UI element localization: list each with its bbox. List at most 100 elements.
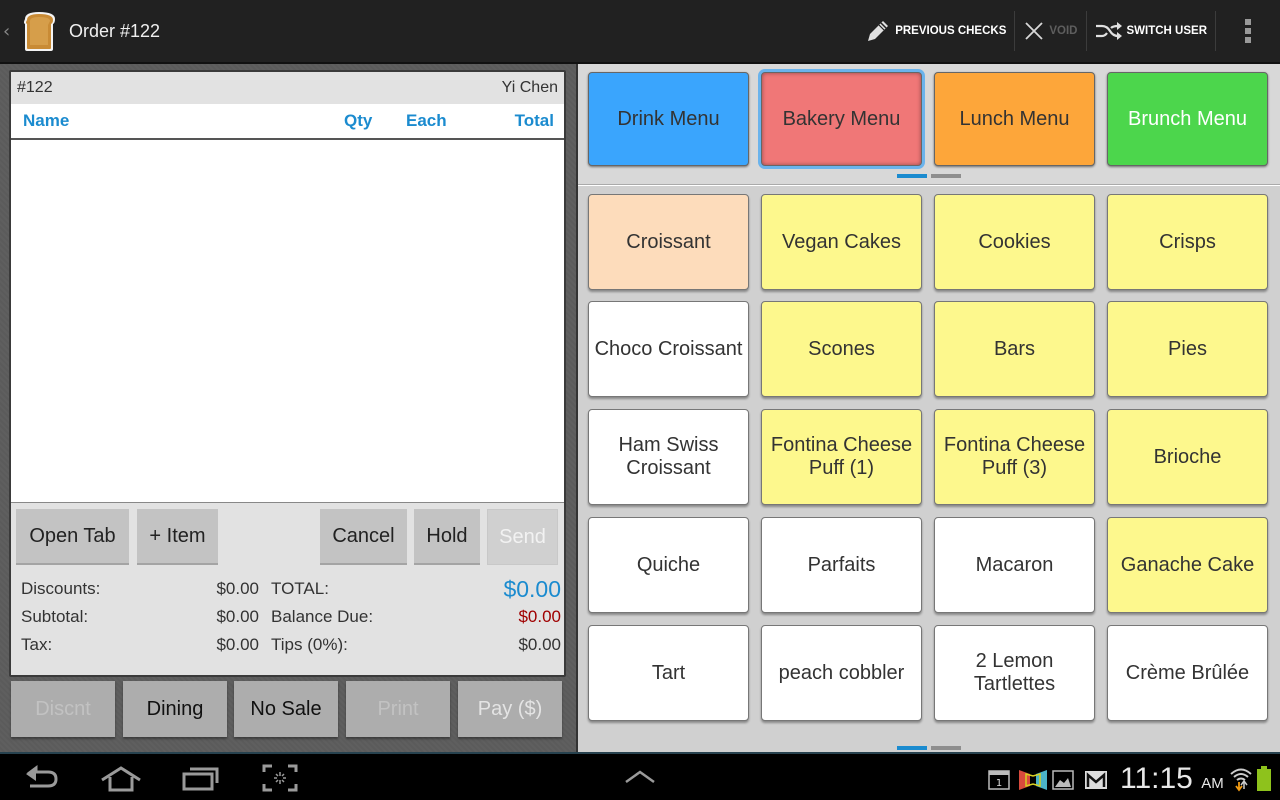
menu-item-tile[interactable]: Scones [761, 301, 922, 397]
subtotal-value: $0.00 [216, 607, 259, 626]
menu-item-tile[interactable]: Croissant [588, 194, 749, 290]
order-actions: Open Tab + Item Cancel Hold Send [11, 503, 564, 575]
total-label: TOTAL: [271, 579, 329, 598]
clock-ampm: AM [1201, 775, 1224, 792]
menu-label: Drink Menu [617, 107, 720, 130]
pencil-icon [868, 21, 889, 41]
menu-item-tile[interactable]: peach cobbler [761, 625, 922, 721]
column-each: Each [406, 111, 447, 130]
menu-item-tile[interactable]: Fontina Cheese Puff (3) [934, 409, 1095, 505]
menu-item-label: 2 Lemon Tartlettes [973, 650, 1056, 695]
home-icon[interactable] [100, 764, 142, 792]
balance-due-label: Balance Due: [271, 607, 374, 626]
hold-button[interactable]: Hold [414, 509, 480, 565]
balance-due-row: Balance Due: $0.00 [271, 603, 561, 631]
cancel-button[interactable]: Cancel [320, 509, 407, 565]
menu-item-tile[interactable]: Fontina Cheese Puff (1) [761, 409, 922, 505]
menu-item-tile[interactable]: 2 Lemon Tartlettes [934, 625, 1095, 721]
menu-item-label: Scones [808, 337, 875, 360]
menu-item-tile[interactable]: Crème Brûlée [1107, 625, 1268, 721]
open-tab-button[interactable]: Open Tab [16, 509, 129, 565]
order-title: Order #122 [69, 20, 161, 41]
page-dot-active [897, 746, 927, 750]
screenshot-icon[interactable] [262, 764, 298, 792]
menu-item-tile[interactable]: Vegan Cakes [761, 194, 922, 290]
menu-item-tile[interactable]: Bars [934, 301, 1095, 397]
menu-item-tile[interactable]: Macaron [934, 517, 1095, 613]
menu-item-tile[interactable]: Tart [588, 625, 749, 721]
menu-item-label: Ganache Cake [1120, 553, 1255, 576]
menu-item-tile[interactable]: Parfaits [761, 517, 922, 613]
up-chevron-icon[interactable]: ‹ [3, 21, 13, 42]
menu-item-tile[interactable]: Pies [1107, 301, 1268, 397]
order-columns-header: Name Qty Each Total [11, 104, 564, 140]
battery-icon [1257, 766, 1271, 791]
column-name: Name [23, 111, 70, 130]
previous-checks-button[interactable]: PREVIOUS CHECKS [857, 0, 1014, 62]
order-pane: #122 Yi Chen Name Qty Each Total Open Ta… [0, 64, 576, 752]
action-bar: ‹ Order #122 PREVIOUS CHECKS VOID SWITCH… [0, 0, 1280, 64]
menu-pane: Drink Menu Bakery Menu Lunch Menu Brunch… [576, 64, 1280, 752]
close-icon [1025, 22, 1044, 40]
expand-up-chevron-icon[interactable] [624, 770, 656, 784]
toast-logo-icon[interactable] [17, 9, 61, 53]
wifi-icon [1230, 768, 1252, 792]
subtotal-label: Subtotal: [21, 607, 89, 626]
menu-item-tile[interactable]: Crisps [1107, 194, 1268, 290]
menu-item-tile[interactable]: Choco Croissant [588, 301, 749, 397]
menu-items-grid: Croissant Vegan Cakes Cookies Crisps Choco C… [578, 186, 1280, 752]
menu-item-tile[interactable]: Ganache Cake [1107, 517, 1268, 613]
total-value: $0.00 [503, 575, 561, 602]
svg-text:1: 1 [996, 778, 1002, 789]
void-button[interactable]: VOID [1015, 0, 1085, 62]
tax-row: Tax: $0.00 [21, 631, 259, 659]
print-button[interactable]: Print [346, 681, 450, 737]
menu-item-tile[interactable]: Ham Swiss Croissant [588, 409, 749, 505]
menu-page-indicator [897, 174, 961, 178]
send-button[interactable]: Send [487, 509, 558, 565]
dining-button[interactable]: Dining [123, 681, 227, 737]
menu-label: Bakery Menu [782, 107, 901, 130]
clock-time: 11:15 [1120, 762, 1193, 795]
page-dot [931, 746, 961, 750]
menu-item-label: Parfaits [807, 553, 876, 576]
menu-item-label: Bars [993, 337, 1036, 360]
menu-item-tile[interactable]: Quiche [588, 517, 749, 613]
menu-item-label: Crème Brûlée [1125, 661, 1250, 684]
column-qty: Qty [344, 111, 373, 130]
menu-item-label: Fontina Cheese Puff (1) [770, 434, 913, 479]
menu-tabs: Drink Menu Bakery Menu Lunch Menu Brunch… [578, 64, 1280, 184]
status-clock: 11:15 AM [1120, 762, 1224, 796]
balance-due-value: $0.00 [518, 607, 561, 626]
pay-button[interactable]: Pay ($) [458, 681, 562, 737]
menu-brunch[interactable]: Brunch Menu [1107, 72, 1268, 166]
items-page-indicator [897, 746, 961, 750]
tax-value: $0.00 [216, 635, 259, 654]
menu-item-label: Crisps [1159, 230, 1216, 253]
recent-apps-icon[interactable] [182, 764, 220, 792]
switch-user-label: SWITCH USER [1126, 25, 1208, 37]
order-items-list[interactable] [11, 140, 564, 503]
add-item-button[interactable]: + Item [137, 509, 218, 565]
app-notification-icon [1019, 770, 1047, 790]
shuffle-icon [1095, 22, 1122, 40]
back-icon[interactable] [24, 764, 60, 792]
overflow-menu-button[interactable] [1216, 19, 1280, 43]
overflow-menu-icon [1245, 19, 1251, 43]
menu-item-label: Choco Croissant [594, 337, 743, 360]
menu-item-tile[interactable]: Cookies [934, 194, 1095, 290]
previous-checks-label: PREVIOUS CHECKS [895, 25, 1007, 37]
menu-bakery[interactable]: Bakery Menu [761, 72, 922, 166]
discount-button[interactable]: Discnt [11, 681, 115, 737]
order-totals: Discounts: $0.00 Subtotal: $0.00 Tax: $0… [11, 575, 564, 659]
menu-label: Lunch Menu [959, 107, 1070, 130]
menu-item-tile[interactable]: Brioche [1107, 409, 1268, 505]
no-sale-button[interactable]: No Sale [234, 681, 338, 737]
menu-item-label: Croissant [626, 230, 711, 253]
menu-item-label: Brioche [1153, 445, 1222, 468]
server-name: Yi Chen [501, 79, 558, 96]
menu-item-label: Ham Swiss Croissant [618, 434, 719, 479]
menu-drink[interactable]: Drink Menu [588, 72, 749, 166]
menu-lunch[interactable]: Lunch Menu [934, 72, 1095, 166]
switch-user-button[interactable]: SWITCH USER [1087, 0, 1216, 62]
